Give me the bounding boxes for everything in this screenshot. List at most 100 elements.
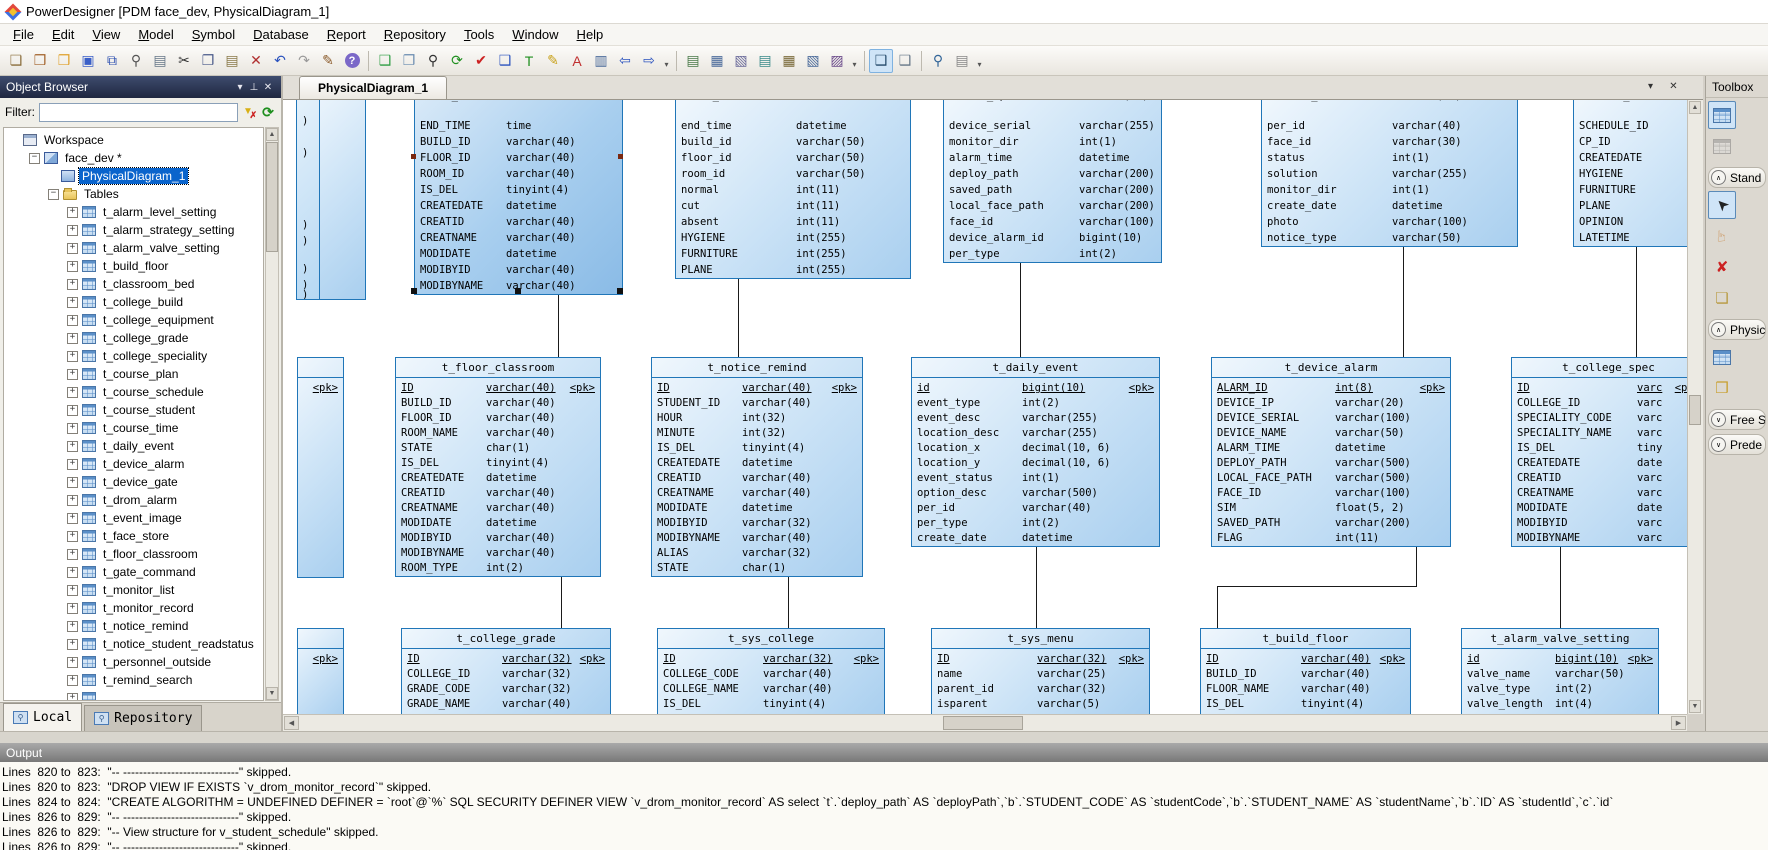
expand-icon[interactable]: + [67,350,78,362]
tree-item-t-remind-search[interactable]: + t_remind_search [67,671,263,689]
expand-icon[interactable]: + [67,332,78,344]
tree-item-t-face-store[interactable]: + t_face_store [67,527,263,545]
tree-scroll-thumb[interactable] [266,142,278,252]
menu-model[interactable]: Model [129,25,182,44]
entity-t_notice_remind[interactable]: t_notice_remind ID varchar(40) <pk> STUDENT_… [651,357,863,577]
diagram-canvas[interactable]: ))))))) START_TIMEtime END_TIME time BUILD_I… [283,100,1687,714]
format-painter-icon[interactable]: ▥ [589,49,613,73]
expand-icon[interactable]: + [67,602,78,614]
tree-item-t-course-plan[interactable]: + t_course_plan [67,365,263,383]
synchronize-icon[interactable]: ⟳ [445,49,469,73]
diagram-menu-icon[interactable]: ▾ [1643,79,1658,94]
tree-item-t-personnel-outside[interactable]: + t_personnel_outside [67,653,263,671]
scroll-right-icon[interactable]: ▶ [1671,716,1686,730]
new-window-icon[interactable]: ❑ [373,49,397,73]
expand-icon[interactable]: + [67,566,78,578]
tree-item-t-event-image[interactable]: + t_event_image [67,509,263,527]
vscroll-thumb[interactable] [1689,395,1701,425]
find-objects-icon[interactable]: ⚲ [421,49,445,73]
tree-item-t-college-build[interactable]: + t_college_build [67,293,263,311]
tree-item-t-notice-remind[interactable]: + t_notice_remind [67,617,263,635]
expand-icon[interactable]: + [67,548,78,560]
list-report-icon[interactable]: T [517,49,541,73]
save-icon[interactable]: ▣ [76,49,100,73]
toolbar-overflow-icon[interactable]: ▾ [974,50,985,72]
window-list-icon[interactable]: ❑ [869,48,893,73]
entity-fragment[interactable]: ))))))) [296,100,366,300]
selection-handle[interactable] [617,288,623,294]
tree-item-t-device-gate[interactable]: + t_device_gate [67,473,263,491]
menu-tools[interactable]: Tools [455,25,503,44]
properties-icon[interactable]: ✎ [316,49,340,73]
entity-t_college_grade[interactable]: t_college_grade ID varchar(32) <pk> COLLEGE_… [401,628,611,714]
collapse-icon[interactable]: − [29,152,40,164]
scroll-up-icon[interactable]: ▲ [266,128,278,141]
expand-icon[interactable]: + [67,512,78,524]
tree-item-face-dev-[interactable]: − face_dev * [29,149,263,167]
expand-icon[interactable]: + [67,494,78,506]
draw-line-icon[interactable]: ✎ [541,49,565,73]
diagram-close-icon[interactable]: ✕ [1666,79,1681,94]
entity-t_college_spec[interactable]: t_college_specIDvarc<pk>COLLEGE_IDvarcSP… [1511,357,1687,547]
entity-fragment[interactable]: device_ipvarchar(50)device_serialvarchar… [943,100,1162,263]
expand-icon[interactable]: + [67,224,78,236]
tree-item-t-classroom-bed[interactable]: + t_classroom_bed [67,275,263,293]
tree-item-t-college-grade[interactable]: + t_college_grade [67,329,263,347]
print-icon[interactable]: ▤ [148,49,172,73]
expand-icon[interactable]: + [67,368,78,380]
menu-database[interactable]: Database [244,25,318,44]
diagram-vscrollbar[interactable]: ▲ ▼ [1687,100,1703,714]
new-icon[interactable]: ❏ [4,49,28,73]
expand-icon[interactable]: + [67,638,78,650]
menu-repository[interactable]: Repository [375,25,455,44]
entity-t_daily_event[interactable]: t_daily_event id bigint(10) <pk> event_type i… [911,357,1160,547]
menu-report[interactable]: Report [318,25,375,44]
text-tool-icon[interactable]: A [565,49,589,73]
window-toggle-6-icon[interactable]: ▧ [801,49,825,73]
expand-icon[interactable]: + [67,674,78,686]
tree-item-tables[interactable]: − Tables [48,185,263,203]
grabber-tool[interactable]: ☞ [1708,222,1736,250]
window-toggle-5-icon[interactable]: ▦ [777,49,801,73]
tree-item-t-alarm-strategy-setting[interactable]: + t_alarm_strategy_setting [67,221,263,239]
toolbar-overflow-icon[interactable]: ▾ [661,50,672,72]
tree-item-t-alarm-valve-setting[interactable]: + t_alarm_valve_setting [67,239,263,257]
entity-t_alarm_valve_setting[interactable]: t_alarm_valve_setting id bigint(10) <pk> val… [1461,628,1659,714]
window-toggle-4-icon[interactable]: ▤ [753,49,777,73]
redo-icon[interactable]: ↷ [292,49,316,73]
tree-item-t-floor-classroom[interactable]: + t_floor_classroom [67,545,263,563]
grid-tool[interactable] [1708,101,1736,129]
menu-symbol[interactable]: Symbol [183,25,244,44]
expand-icon[interactable]: + [67,404,78,416]
open-icon[interactable]: ❒ [52,49,76,73]
expand-icon[interactable]: + [67,242,78,254]
check-model-icon[interactable]: ✔ [469,49,493,73]
chevron-down-icon[interactable]: ∨ [1711,412,1726,427]
expand-icon[interactable]: + [67,278,78,290]
tree-item-t-monitor-list[interactable]: + t_monitor_list [67,581,263,599]
menu-edit[interactable]: Edit [43,25,83,44]
output-splitter[interactable] [0,731,1768,743]
entity-t_sys_menu[interactable]: t_sys_menu ID varchar(32) <pk> name varchar(2… [931,628,1150,714]
entity-t_sys_college[interactable]: t_sys_college ID varchar(32) <pk> COLLEGE_CO… [657,628,885,714]
entity-t_build_floor[interactable]: t_build_floor ID varchar(40) <pk> BUILD_ID va… [1200,628,1411,714]
tree-item-workspace[interactable]: Workspace [10,131,263,149]
toolbox-group-free-s[interactable]: ∨ Free S [1708,409,1766,430]
toolbar-overflow-icon[interactable]: ▾ [849,50,860,72]
tree-item-t-college-equipment[interactable]: + t_college_equipment [67,311,263,329]
pin-icon[interactable]: ⊥ [247,82,261,93]
zoom-page-icon[interactable]: ⚲ [926,49,950,73]
print-preview-icon[interactable]: ⚲ [124,49,148,73]
scroll-down-icon[interactable]: ▼ [1689,700,1701,713]
clear-filter-icon[interactable]: ▼ ✗ [242,105,257,120]
tab-repository[interactable]: ⚲ Repository [84,705,203,731]
tree-item-t-college-speciality[interactable]: + t_college_speciality [67,347,263,365]
tree-item-t-alarm-level-setting[interactable]: + t_alarm_level_setting [67,203,263,221]
menu-view[interactable]: View [83,25,129,44]
open-workspace-icon[interactable]: ❒ [28,49,52,73]
paste-icon[interactable]: ▤ [220,49,244,73]
selection-handle[interactable] [411,288,417,294]
selection-handle[interactable] [411,154,416,159]
model-window-icon[interactable]: ❑ [493,49,517,73]
entity-fragment[interactable]: start_timedatetimeend_timedatetimebuild_… [675,100,911,279]
